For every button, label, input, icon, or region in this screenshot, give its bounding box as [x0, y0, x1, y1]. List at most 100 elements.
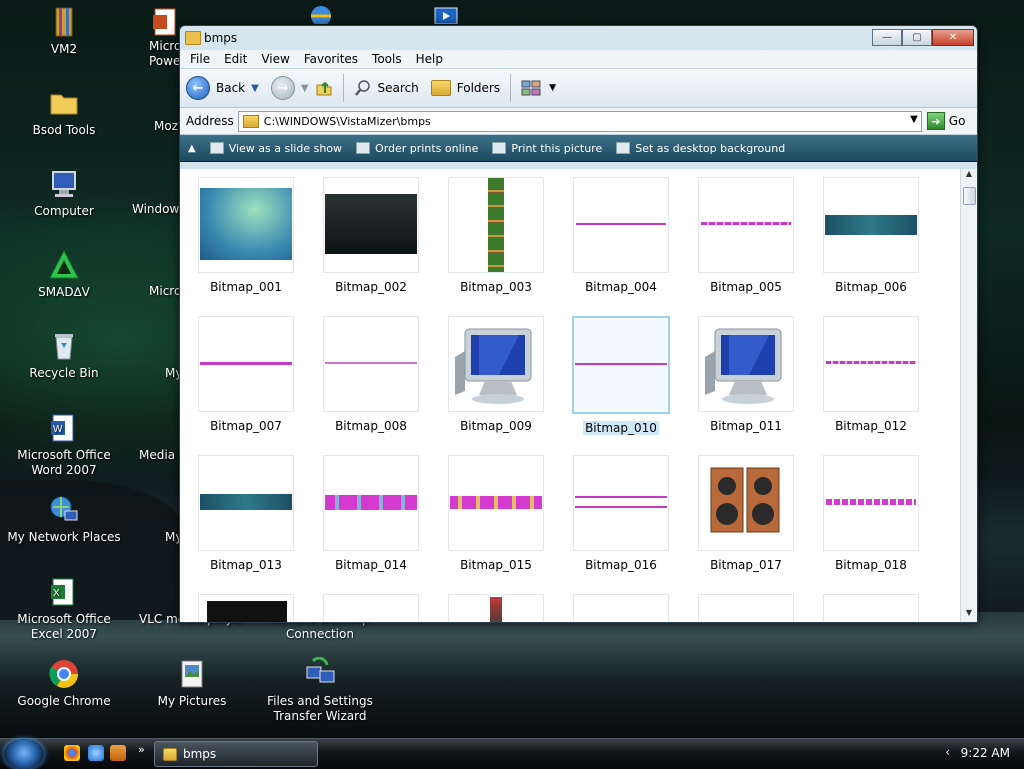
- transfer-wizard-icon: [306, 657, 335, 683]
- thumbnail-item[interactable]: Bitmap_007: [186, 316, 306, 456]
- task-slideshow[interactable]: View as a slide show: [209, 142, 342, 155]
- scroll-up-arrow-icon[interactable]: ▲: [961, 169, 977, 183]
- thumbnail-item[interactable]: Bitmap_006: [811, 177, 931, 317]
- start-button[interactable]: [4, 739, 44, 769]
- chrome-quicklaunch-icon[interactable]: [64, 745, 80, 761]
- desktop-icon-excel[interactable]: X Microsoft Office Excel 2007: [0, 575, 128, 642]
- chevron-down-icon[interactable]: ▼: [251, 83, 259, 94]
- thumbnail-image: [823, 455, 919, 551]
- task-print-picture[interactable]: Print this picture: [492, 142, 602, 155]
- desktop-icon-bsod-tools[interactable]: Bsod Tools: [0, 86, 128, 138]
- thumbnail-image: [448, 316, 544, 412]
- chrome-icon: [49, 660, 78, 688]
- menu-help[interactable]: Help: [410, 52, 451, 66]
- taskbar-button-bmps[interactable]: bmps: [154, 741, 318, 767]
- thumbnail-item[interactable]: Bitmap_018: [811, 455, 931, 595]
- folder-icon: [242, 114, 259, 128]
- desktop-icon-transfer-wizard[interactable]: Files and Settings Transfer Wizard: [256, 657, 384, 724]
- thumbnail-image: [573, 455, 669, 551]
- chevron-down-icon[interactable]: ▼: [301, 83, 309, 94]
- scrollbar-thumb[interactable]: [963, 187, 976, 205]
- menu-view[interactable]: View: [255, 52, 297, 66]
- menu-file[interactable]: File: [184, 52, 218, 66]
- ie-icon[interactable]: [306, 4, 336, 24]
- toolbar-separator: [342, 74, 344, 102]
- maximize-button[interactable]: ▢: [902, 29, 932, 46]
- thumbnail-image: [698, 177, 794, 273]
- thumbnail-item[interactable]: Bitmap_005: [686, 177, 806, 317]
- quicklaunch-overflow-icon[interactable]: »: [138, 743, 145, 756]
- thumbnail-item[interactable]: Bitmap_004: [561, 177, 681, 317]
- smadav-icon: [49, 249, 79, 279]
- window-titlebar[interactable]: bmps — ▢ ✕: [180, 26, 977, 50]
- toolbar-separator: [510, 74, 512, 102]
- thumbnail-item[interactable]: Bitmap_017: [686, 455, 806, 595]
- desktop-icon-word[interactable]: W Microsoft Office Word 2007: [0, 411, 128, 478]
- address-input[interactable]: C:\WINDOWS\VistaMizer\bmps ▼: [237, 110, 922, 132]
- thumbnail-item[interactable]: Bitmap_012: [811, 316, 931, 456]
- thumbnail-item[interactable]: [561, 594, 681, 622]
- desktop-icon-computer[interactable]: Computer: [0, 167, 128, 219]
- clock[interactable]: 9:22 AM: [961, 746, 1010, 760]
- thumbnail-item[interactable]: Bitmap_014: [311, 455, 431, 595]
- views-button[interactable]: ▼: [515, 73, 562, 103]
- thumbnail-item-selected[interactable]: Bitmap_010: [561, 316, 681, 456]
- thumbnail-item[interactable]: Bitmap_002: [311, 177, 431, 317]
- forward-button[interactable]: → ▼: [265, 73, 339, 103]
- desktop-icon-media[interactable]: Media I: [139, 448, 184, 463]
- scroll-down-arrow-icon[interactable]: ▼: [961, 608, 977, 622]
- thumbnail-item[interactable]: [811, 594, 931, 622]
- close-button[interactable]: ✕: [932, 29, 974, 46]
- menu-favorites[interactable]: Favorites: [298, 52, 366, 66]
- thumbnail-item[interactable]: [311, 594, 431, 622]
- folder-icon: [50, 94, 78, 115]
- toolbar: ← Back ▼ → ▼ Search Folders ▼: [180, 69, 977, 108]
- thumbnail-item[interactable]: Bitmap_001: [186, 177, 306, 317]
- up-folder-icon[interactable]: [315, 79, 333, 97]
- thumbnail-item[interactable]: Bitmap_013: [186, 455, 306, 595]
- recycle-bin-icon: [55, 334, 73, 360]
- go-button[interactable]: ➜ Go: [926, 112, 965, 130]
- menu-tools[interactable]: Tools: [366, 52, 410, 66]
- desktop-icon-recycle-bin[interactable]: Recycle Bin: [0, 329, 128, 381]
- desktop-icon-my-pictures[interactable]: My Pictures: [128, 657, 256, 709]
- task-set-background[interactable]: Set as desktop background: [616, 142, 785, 155]
- vertical-scrollbar[interactable]: ▲ ▼: [960, 169, 977, 622]
- menu-edit[interactable]: Edit: [218, 52, 255, 66]
- menu-bar: File Edit View Favorites Tools Help: [180, 50, 977, 69]
- order-prints-icon: [356, 142, 371, 154]
- explorer-window: bmps — ▢ ✕ File Edit View Favorites Tool…: [179, 25, 978, 623]
- media-player-quicklaunch-icon[interactable]: [110, 745, 126, 761]
- views-icon: [521, 80, 541, 96]
- folders-button[interactable]: Folders: [425, 73, 506, 103]
- thumbnail-item[interactable]: [186, 594, 306, 622]
- thumbnail-image: [323, 177, 419, 273]
- media-player-icon[interactable]: [433, 6, 459, 24]
- ie-quicklaunch-icon[interactable]: [88, 745, 104, 761]
- chevron-down-icon[interactable]: ▼: [910, 114, 918, 125]
- thumbnail-item[interactable]: [436, 594, 556, 622]
- thumbnail-item[interactable]: Bitmap_008: [311, 316, 431, 456]
- minimize-button[interactable]: —: [872, 29, 902, 46]
- task-order-prints[interactable]: Order prints online: [356, 142, 478, 155]
- search-button[interactable]: Search: [348, 73, 425, 103]
- desktop-icon-network-places[interactable]: My Network Places: [0, 493, 128, 545]
- thumbnail-image: [573, 594, 669, 622]
- thumbnail-item[interactable]: Bitmap_011: [686, 316, 806, 456]
- desktop-icon-chrome[interactable]: Google Chrome: [0, 657, 128, 709]
- address-label: Address: [186, 114, 234, 128]
- chevron-up-icon[interactable]: ▲: [188, 143, 196, 154]
- thumbnail-item[interactable]: Bitmap_015: [436, 455, 556, 595]
- thumbnail-item[interactable]: Bitmap_009: [436, 316, 556, 456]
- desktop-icon-smadav[interactable]: SMAD∆V: [0, 248, 128, 300]
- excel-icon: X: [51, 578, 74, 606]
- thumbnail-item[interactable]: Bitmap_003: [436, 177, 556, 317]
- tray-expand-icon[interactable]: ‹: [945, 745, 950, 759]
- thumbnail-item[interactable]: [686, 594, 806, 622]
- thumbnail-view: Bitmap_001 Bitmap_002 Bitmap_003 Bitmap_…: [180, 169, 960, 622]
- back-button[interactable]: ← Back ▼: [180, 73, 265, 103]
- slideshow-icon: [209, 142, 224, 154]
- desktop-icon-vm2[interactable]: VM2: [0, 5, 128, 57]
- thumbnail-image: [198, 316, 294, 412]
- thumbnail-item[interactable]: Bitmap_016: [561, 455, 681, 595]
